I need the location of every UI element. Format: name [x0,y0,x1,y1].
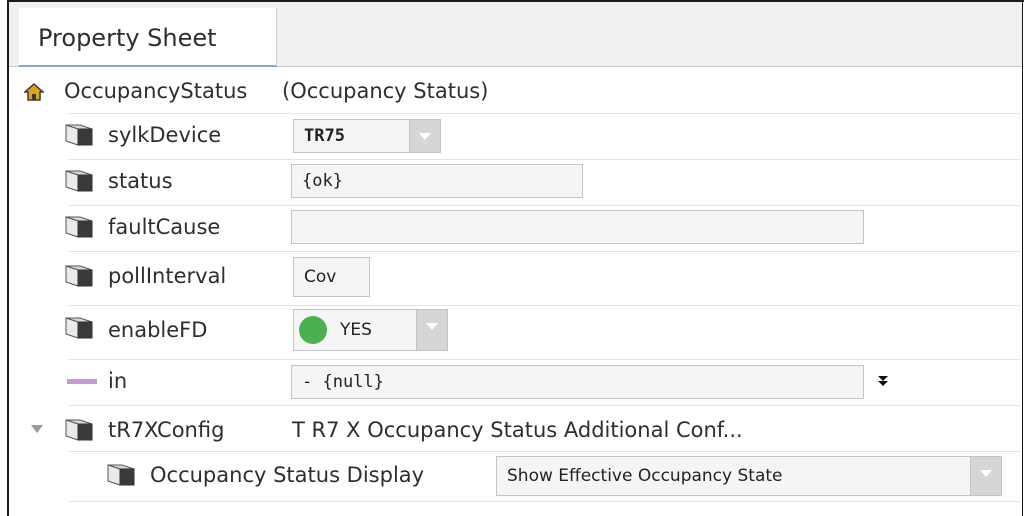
chevron-down-icon[interactable] [409,120,440,152]
tab-property-sheet[interactable]: Property Sheet [19,8,277,67]
cube-icon [65,265,93,287]
property-label: status [108,169,173,193]
row-separator [68,451,1020,452]
occupancy-status-display-select[interactable]: Show Effective Occupancy State [496,456,1002,496]
property-label: faultCause [108,215,221,239]
double-chevron-down-icon[interactable] [876,374,890,388]
status-field[interactable]: {ok} [291,164,583,198]
chevron-down-icon[interactable] [970,457,1001,495]
row-separator [68,159,1020,160]
root-name: OccupancyStatus [64,79,248,103]
property-label: Occupancy Status Display [150,463,425,487]
link-slot-icon [67,379,97,384]
tr7xconfig-value: T R7 X Occupancy Status Additional Conf.… [292,418,743,442]
sylkdevice-value: TR75 [304,126,345,146]
row-separator [68,405,1020,406]
cube-icon [65,419,93,441]
cube-icon [65,124,93,146]
chevron-down-icon[interactable] [416,310,447,350]
status-value: {ok} [302,171,343,191]
cube-icon [65,216,93,238]
status-dot-icon [299,316,327,344]
home-icon [24,83,44,101]
expand-triangle-icon[interactable] [30,424,44,434]
in-value: - {null} [302,372,384,392]
row-separator [68,359,1020,360]
property-label: pollInterval [108,264,227,288]
cube-icon [65,170,93,192]
occupancy-status-display-value: Show Effective Occupancy State [507,466,783,486]
property-label: tR7XConfig [108,418,225,442]
property-label: enableFD [108,318,208,342]
tab-bar: Property Sheet [9,2,1022,67]
enablefd-select[interactable]: YES [293,309,448,351]
faultcause-field[interactable] [291,210,864,244]
enablefd-value: YES [340,320,372,340]
property-label: in [108,369,128,393]
row-separator [68,251,1020,252]
root-display-name: (Occupancy Status) [282,79,489,103]
in-field[interactable]: - {null} [291,365,864,399]
property-label: sylkDevice [108,123,222,147]
row-separator [68,113,1020,114]
row-separator [68,305,1020,306]
pollinterval-field[interactable]: Cov [293,257,370,297]
pollinterval-value: Cov [304,267,337,287]
tab-label: Property Sheet [38,24,217,52]
row-separator [68,205,1020,206]
sylkdevice-select[interactable]: TR75 [293,119,441,153]
row-separator [68,501,1020,502]
cube-icon [65,317,93,339]
cube-icon [107,464,135,486]
